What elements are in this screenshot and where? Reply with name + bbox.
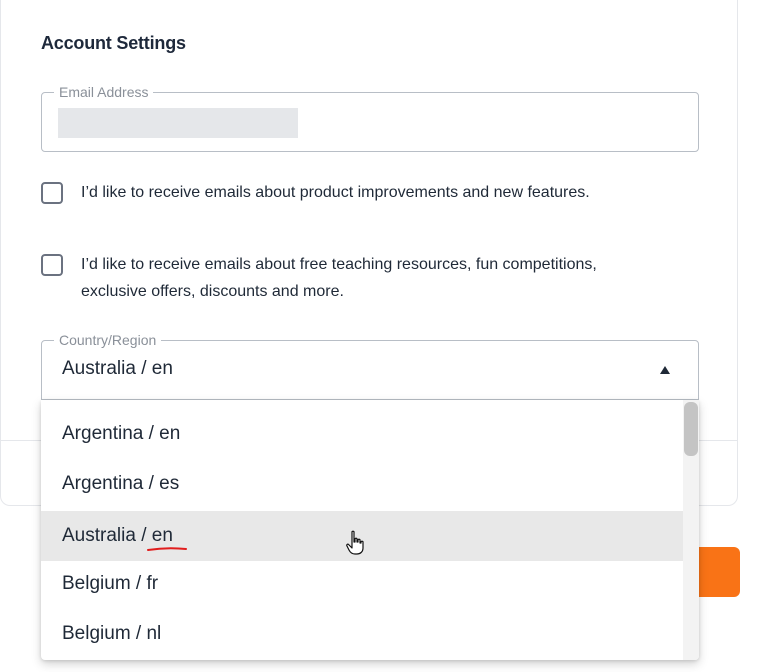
country-option[interactable]: Belgium / nl xyxy=(41,609,683,659)
marketing-emails-label: I’d like to receive emails about free te… xyxy=(81,256,597,300)
marketing-emails-checkbox[interactable] xyxy=(41,254,63,276)
country-selected-value: Australia / en xyxy=(62,358,173,379)
product-emails-label: I’d like to receive emails about product… xyxy=(81,184,590,201)
country-option[interactable]: Belgium / fr xyxy=(41,559,683,609)
country-select[interactable]: Country/Region Australia / en xyxy=(41,331,699,400)
product-emails-checkbox[interactable] xyxy=(41,182,63,204)
page-title: Account Settings xyxy=(41,33,186,53)
dropdown-scrollbar[interactable] xyxy=(683,400,699,660)
country-option[interactable]: Argentina / en xyxy=(41,409,683,459)
country-dropdown-list[interactable]: Argentina / en Argentina / es Australia … xyxy=(41,400,699,660)
email-field-label: Email Address xyxy=(54,83,154,101)
email-value-redacted xyxy=(58,108,298,138)
country-option[interactable]: Argentina / es xyxy=(41,459,683,509)
email-field[interactable]: Email Address xyxy=(41,83,699,152)
caret-up-icon[interactable] xyxy=(660,366,670,374)
red-underline-annotation xyxy=(147,547,187,551)
country-field-label: Country/Region xyxy=(54,331,162,349)
hand-pointer-icon xyxy=(346,530,364,555)
scrollbar-thumb[interactable] xyxy=(684,402,698,456)
